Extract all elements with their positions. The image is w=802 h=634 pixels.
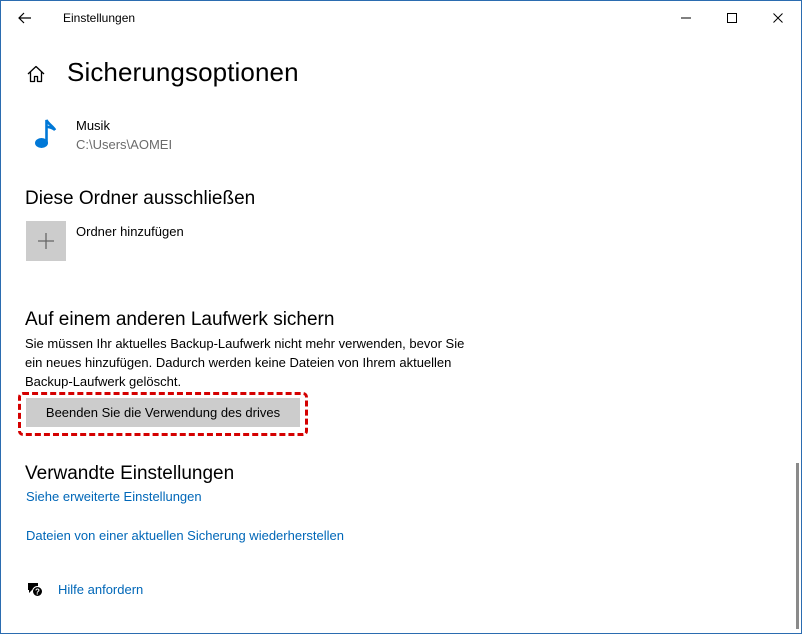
folder-path: C:\Users\AOMEI (76, 137, 173, 152)
add-folder-label[interactable]: Ordner hinzufügen (76, 224, 184, 239)
related-settings-heading: Verwandte Einstellungen (25, 463, 235, 484)
restore-files-link[interactable]: Dateien von einer aktuellen Sicherung wi… (26, 528, 344, 543)
maximize-button[interactable] (709, 1, 755, 35)
exclude-folders-heading: Diese Ordner ausschließen (25, 188, 256, 209)
folder-name: Musik (76, 118, 110, 133)
stop-using-drive-button[interactable]: Beenden Sie die Verwendung des drives (26, 398, 300, 427)
scrollbar[interactable] (796, 463, 799, 629)
get-help-link[interactable]: Hilfe anfordern (58, 582, 143, 597)
other-drive-description: Sie müssen Ihr aktuelles Backup-Laufwerk… (25, 336, 465, 389)
advanced-settings-link[interactable]: Siehe erweiterte Einstellungen (26, 489, 202, 504)
svg-text:?: ? (35, 588, 40, 597)
back-arrow-icon (18, 12, 31, 24)
close-button[interactable] (755, 1, 801, 35)
settings-window: Einstellungen Sicherungsoptionen Musik C… (0, 0, 802, 634)
title-bar: Einstellungen (1, 1, 801, 35)
close-icon (773, 13, 783, 23)
add-folder-button[interactable] (26, 221, 66, 261)
window-title: Einstellungen (63, 11, 136, 25)
plus-icon (38, 233, 54, 249)
other-drive-heading: Auf einem anderen Laufwerk sichern (25, 309, 335, 330)
help-chat-icon[interactable]: ? (26, 580, 44, 598)
maximize-icon (727, 13, 737, 23)
home-icon[interactable] (25, 63, 47, 85)
music-note-icon (33, 117, 59, 151)
minimize-button[interactable] (663, 1, 709, 35)
back-button[interactable] (9, 5, 41, 31)
minimize-icon (681, 17, 691, 19)
page-title: Sicherungsoptionen (67, 57, 299, 87)
